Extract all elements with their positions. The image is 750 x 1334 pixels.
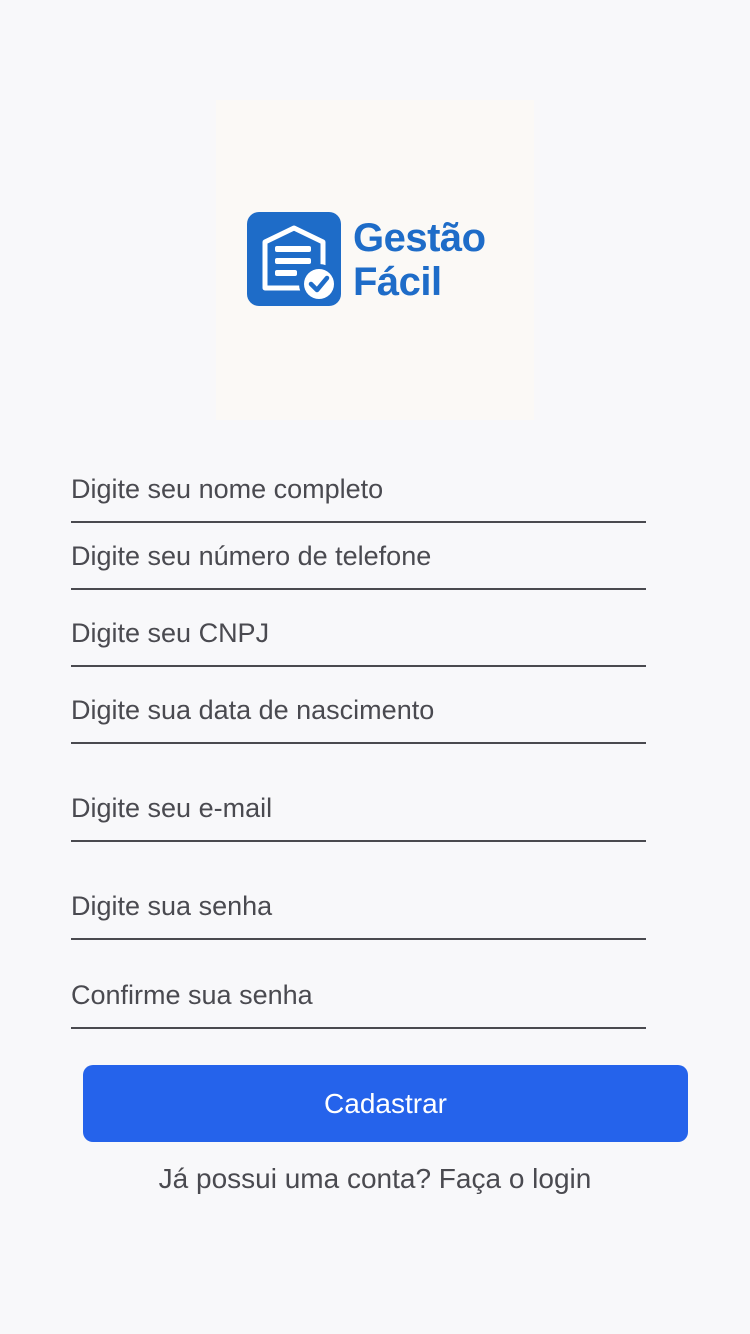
email-input[interactable] — [71, 793, 646, 824]
cnpj-input[interactable] — [71, 618, 646, 649]
confirm-password-input[interactable] — [71, 980, 646, 1011]
phone-input[interactable] — [71, 541, 646, 572]
birthdate-field — [71, 665, 646, 744]
register-button[interactable]: Cadastrar — [83, 1065, 688, 1142]
brand-name-line1: Gestão — [353, 216, 486, 260]
brand-name: Gestão Fácil — [353, 216, 486, 304]
document-check-icon — [247, 212, 341, 306]
password-input[interactable] — [71, 891, 646, 922]
confirm-password-field — [71, 938, 646, 1029]
phone-field — [71, 521, 646, 590]
full-name-input[interactable] — [71, 474, 646, 505]
password-field — [71, 840, 646, 940]
cnpj-field — [71, 588, 646, 667]
brand-name-line2: Fácil — [353, 260, 442, 304]
birthdate-input[interactable] — [71, 695, 646, 726]
logo: Gestão Fácil — [216, 100, 534, 420]
login-link[interactable]: Já possui uma conta? Faça o login — [0, 1163, 750, 1195]
full-name-field — [71, 455, 646, 523]
email-field — [71, 742, 646, 842]
